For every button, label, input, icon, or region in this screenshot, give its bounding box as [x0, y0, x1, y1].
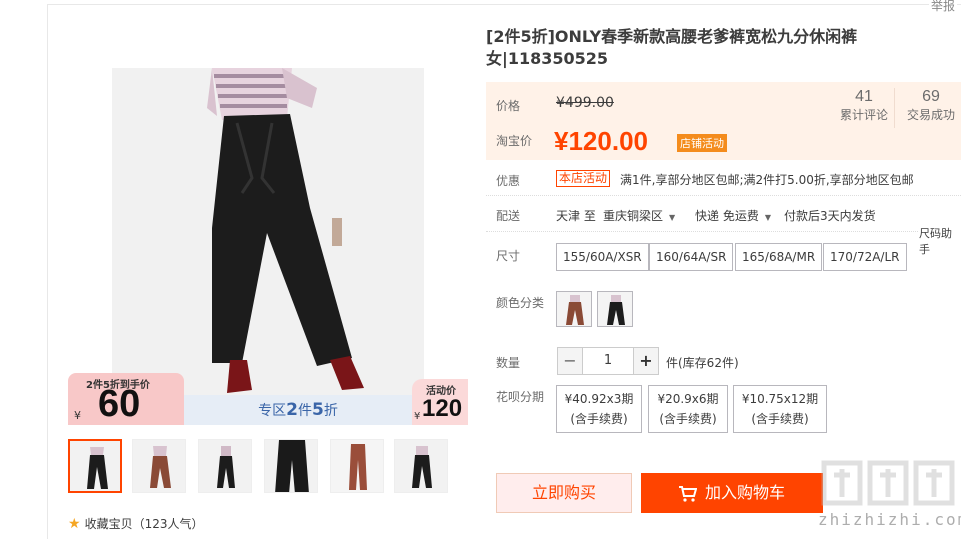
- ship-method-dropdown[interactable]: 快递 免运费 ▼: [695, 207, 771, 224]
- promo-activity-yen: ¥: [414, 411, 421, 422]
- deals-count: 69: [922, 88, 940, 105]
- thumbnail-3[interactable]: [198, 439, 252, 493]
- ship-from: 天津 至: [556, 209, 596, 223]
- ship-promise: 付款后3天内发货: [784, 209, 876, 223]
- size-option-sr[interactable]: 160/64A/SR: [649, 243, 734, 271]
- installment-6-amount: ¥20.9x6期: [657, 392, 719, 406]
- thumbnail-1[interactable]: [68, 439, 122, 493]
- reviews-label: 累计评论: [839, 108, 888, 122]
- divider: [486, 231, 918, 232]
- quantity-decrease-button[interactable]: −: [557, 347, 583, 375]
- stock-text: 件(库存62件): [666, 356, 739, 370]
- color-option-brown[interactable]: [556, 291, 592, 327]
- star-icon: ★: [68, 516, 81, 532]
- size-helper-link[interactable]: 尺码助手: [919, 225, 961, 257]
- quantity-increase-button[interactable]: +: [633, 347, 659, 375]
- chevron-down-icon: ▼: [669, 213, 676, 222]
- color-option-black[interactable]: [597, 291, 633, 327]
- installment-option-6[interactable]: ¥20.9x6期 (含手续费): [648, 385, 728, 433]
- product-title: [2件5折]ONLY春季新款高腰老爹裤宽松九分休闲裤女|118350525: [486, 27, 858, 68]
- buy-now-button[interactable]: 立即购买: [496, 473, 632, 513]
- promo-zone-num2: 5: [312, 400, 324, 420]
- thumbnail-strip: [68, 439, 448, 495]
- thumbnail-4[interactable]: [264, 439, 318, 493]
- quantity-input[interactable]: 1: [583, 347, 633, 375]
- promotion-row: 优惠 本店活动 满1件,享部分地区包邮;满2件打5.00折,享部分地区包邮: [486, 162, 961, 196]
- installment-3-fee: (含手续费): [570, 412, 628, 426]
- installment-12-amount: ¥10.75x12期: [741, 392, 819, 406]
- original-price: ¥499.00: [556, 95, 614, 111]
- size-option-xsr[interactable]: 155/60A/XSR: [556, 243, 649, 271]
- promo-zone-mid: 件: [298, 403, 312, 419]
- shipping-row: 配送 天津 至 重庆铜梁区 ▼ 快递 免运费 ▼ 付款后3天内发货: [486, 200, 961, 228]
- promo-activity-price: 120: [422, 395, 463, 422]
- promo-zone-text: 专区2件5折: [184, 395, 412, 425]
- installment-6-fee: (含手续费): [659, 412, 717, 426]
- taobao-price-label: 淘宝价: [496, 134, 533, 148]
- quantity-label: 数量: [496, 356, 521, 370]
- model-photo: [112, 68, 424, 396]
- favorite-link[interactable]: ★ 收藏宝贝（123人气）: [68, 515, 203, 532]
- size-label: 尺寸: [496, 249, 521, 263]
- report-link[interactable]: 举报: [929, 0, 958, 14]
- current-price: ¥120.00: [554, 126, 648, 156]
- promo-half-price-box: 2件5折到手价 ¥ 60: [68, 373, 184, 425]
- watermark-text: zhizhizhi.com: [818, 510, 961, 529]
- price-panel: 价格 ¥499.00 淘宝价 ¥120.00 店铺活动 41 累计评论 69 交…: [486, 82, 961, 160]
- size-option-mr[interactable]: 165/68A/MR: [735, 243, 823, 271]
- reviews-count: 41: [855, 88, 873, 105]
- promo-zone-prefix: 专区: [258, 403, 287, 419]
- thumbnail-5[interactable]: [330, 439, 384, 493]
- reviews-stat[interactable]: 41 累计评论: [834, 88, 894, 123]
- add-to-cart-label: 加入购物车: [704, 483, 785, 502]
- installment-12-fee: (含手续费): [751, 412, 809, 426]
- installment-option-12[interactable]: ¥10.75x12期 (含手续费): [733, 385, 827, 433]
- thumbnail-2[interactable]: [132, 439, 186, 493]
- installment-option-3[interactable]: ¥40.92x3期 (含手续费): [556, 385, 642, 433]
- installment-3-amount: ¥40.92x3期: [564, 392, 634, 406]
- chevron-down-icon: ▼: [764, 213, 771, 222]
- shop-promo-tag: 本店活动: [556, 170, 611, 187]
- deals-stat[interactable]: 69 交易成功: [901, 88, 961, 123]
- shipping-label: 配送: [496, 209, 521, 223]
- thumbnail-6[interactable]: [394, 439, 448, 493]
- ship-to-text: 重庆铜梁区: [603, 209, 664, 223]
- price-label: 价格: [496, 99, 521, 113]
- promo-zone-suffix: 折: [323, 403, 338, 419]
- add-to-cart-button[interactable]: 加入购物车: [641, 473, 823, 513]
- color-label: 颜色分类: [496, 296, 545, 310]
- ship-to-dropdown[interactable]: 重庆铜梁区 ▼: [603, 207, 675, 224]
- promo-zone-num1: 2: [286, 400, 298, 420]
- stat-divider: [894, 88, 895, 128]
- promotion-text: 满1件,享部分地区包邮;满2件打5.00折,享部分地区包邮: [620, 173, 914, 187]
- store-activity-tag[interactable]: 店铺活动: [677, 134, 727, 152]
- promo-yen: ¥: [74, 409, 81, 422]
- deals-label: 交易成功: [906, 108, 955, 122]
- promotion-label: 优惠: [496, 174, 521, 188]
- installment-label: 花呗分期: [496, 390, 545, 404]
- ship-method-text: 快递 免运费: [695, 209, 759, 223]
- main-product-image[interactable]: [112, 68, 424, 396]
- cart-icon: [678, 485, 697, 502]
- size-option-lr[interactable]: 170/72A/LR: [823, 243, 907, 271]
- promo-banner: 2件5折到手价 ¥ 60 专区2件5折 活动价 ¥ 120: [68, 373, 468, 425]
- promo-activity-box: 活动价 ¥ 120: [412, 379, 468, 425]
- favorite-label: 收藏宝贝（123人气）: [84, 517, 204, 531]
- promo-half-price: 60: [98, 383, 141, 425]
